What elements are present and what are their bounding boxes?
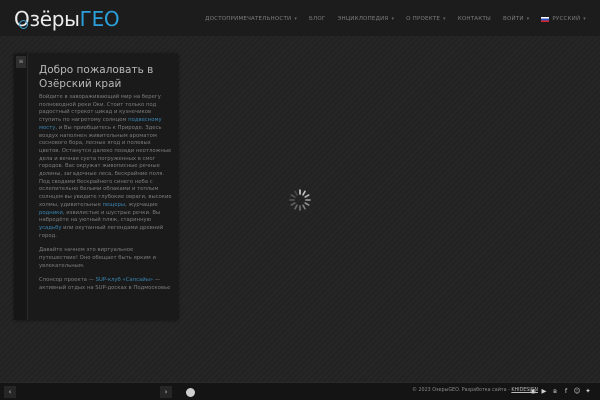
chevron-down-icon: ▾ — [526, 16, 530, 22]
footer-copyright: © 2023 ОзерыGEO. Разработка сайта - KHID… — [412, 388, 538, 393]
rss-icon[interactable]: ◉ — [529, 387, 537, 396]
twitter-icon[interactable]: ✦ — [584, 387, 592, 396]
site-logo[interactable]: Озёры ГЕО — [14, 7, 120, 31]
next-slide-button[interactable]: › — [160, 386, 172, 398]
welcome-panel: ≡ Добро пожаловать в Озёрский край Войди… — [14, 54, 178, 320]
link-springs[interactable]: родники — [39, 210, 63, 216]
site-header: Озёры ГЕО Достопримечательности ▾ Блог Э… — [0, 0, 600, 36]
chevron-down-icon: ▾ — [391, 16, 395, 22]
chevron-left-icon: ‹ — [8, 388, 12, 396]
logo-text-b: ГЕО — [79, 7, 120, 31]
chevron-right-icon: › — [164, 388, 168, 396]
intro-paragraph: Войдите в завораживающий мир на берегу п… — [39, 94, 172, 239]
chevron-down-icon: ▾ — [443, 16, 446, 22]
panel-content: Добро пожаловать в Озёрский край Войдите… — [39, 63, 173, 300]
nav-item-encyclopedia[interactable]: Энциклопедия ▾ — [337, 16, 394, 22]
facebook-icon[interactable]: f — [562, 387, 570, 396]
link-sponsor[interactable]: SUP-клуб «Сапсайы» — [96, 277, 154, 283]
nav-item-sights[interactable]: Достопримечательности ▾ — [205, 16, 297, 22]
odnoklassniki-icon[interactable]: ☺ — [573, 387, 581, 396]
youtube-icon[interactable]: ▶ — [540, 387, 548, 396]
nav-item-contacts[interactable]: Контакты — [458, 16, 491, 22]
chevron-down-icon: ▾ — [294, 16, 298, 22]
link-estate[interactable]: усадьбу — [39, 225, 61, 231]
link-caves[interactable]: пещеры — [103, 202, 126, 208]
panel-text: Войдите в завораживающий мир на берегу п… — [39, 94, 173, 293]
nav-item-blog[interactable]: Блог — [309, 16, 325, 22]
social-links: ◉ ▶ в f ☺ ✦ — [529, 387, 592, 396]
russian-flag-icon — [541, 16, 550, 22]
prev-slide-button[interactable]: ‹ — [4, 386, 16, 398]
nav-item-login[interactable]: Войти ▾ — [503, 16, 529, 22]
nav-item-about[interactable]: О проекте ▾ — [406, 16, 446, 22]
logo-pin-icon — [19, 20, 28, 29]
slide-indicator[interactable] — [186, 387, 195, 397]
menu-toggle-icon[interactable]: ≡ — [16, 56, 26, 68]
loading-spinner-icon — [289, 189, 311, 211]
vk-icon[interactable]: в — [551, 387, 559, 396]
main-nav: Достопримечательности ▾ Блог Энциклопеди… — [205, 14, 586, 24]
site-footer: ‹ › © 2023 ОзерыGEO. Разработка сайта - … — [0, 382, 600, 400]
journey-paragraph: Давайте начнем это виртуальное путешеств… — [39, 247, 156, 269]
nav-item-language[interactable]: Русский ▾ — [541, 16, 586, 22]
panel-handle[interactable]: ≡ — [14, 54, 28, 320]
chevron-down-icon: ▾ — [583, 16, 586, 22]
panel-title: Добро пожаловать в Озёрский край — [39, 64, 154, 90]
sponsor-paragraph: Спонсор проекта — SUP-клуб «Сапсайы» — а… — [39, 277, 171, 292]
